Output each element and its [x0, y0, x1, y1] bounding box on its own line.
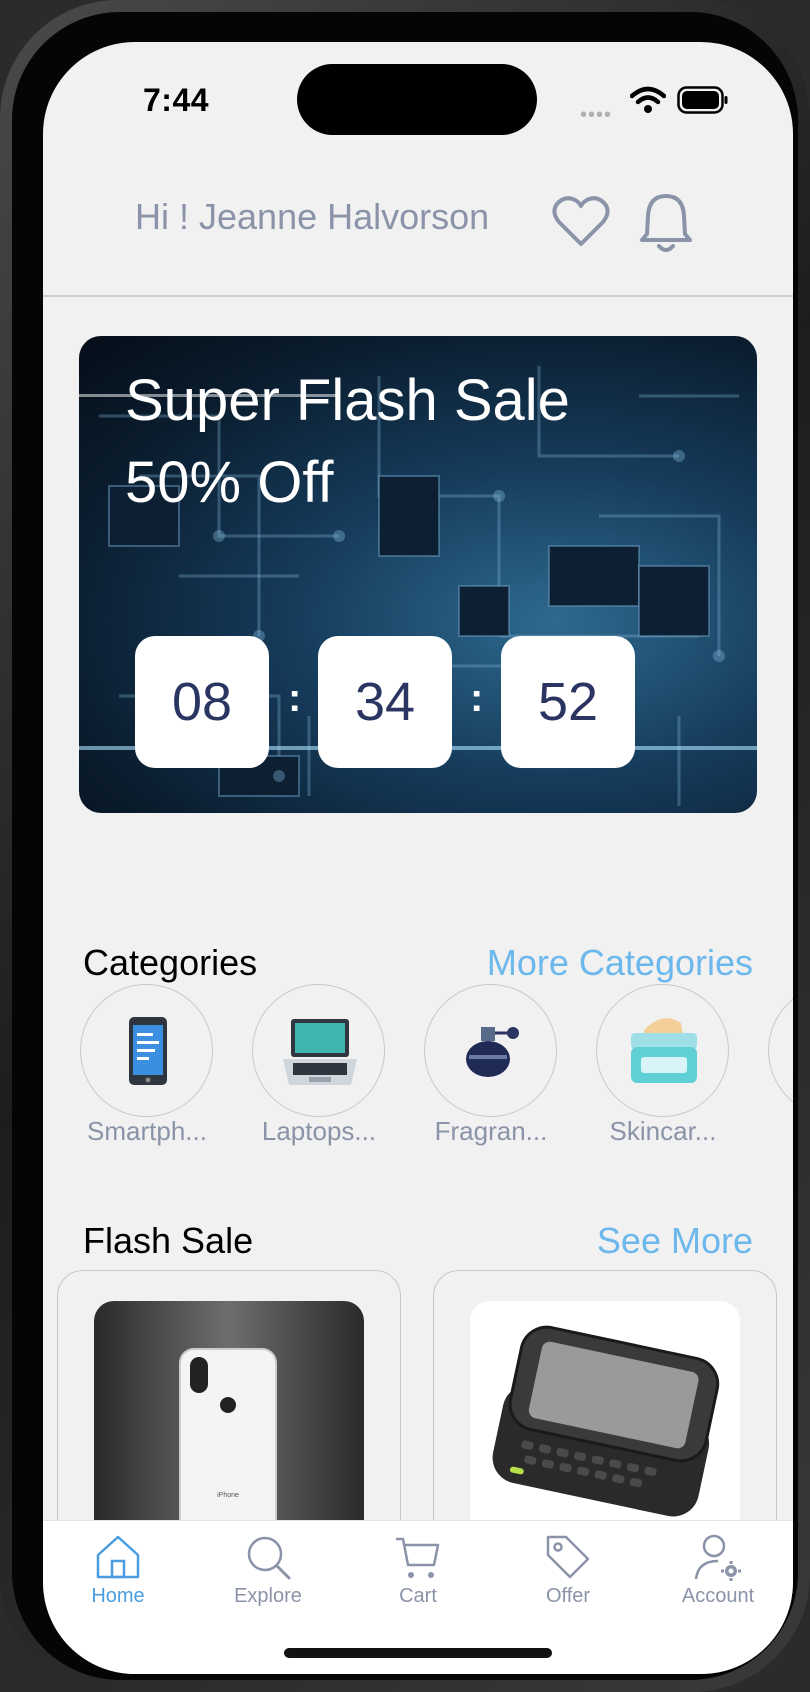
category-smartphones[interactable] — [80, 984, 213, 1117]
tag-icon — [546, 1535, 590, 1579]
laptop-icon — [283, 1019, 357, 1085]
more-categories-link[interactable]: More Categories — [487, 942, 753, 984]
categories-title: Categories — [83, 942, 258, 983]
tab-explore[interactable]: Explore — [193, 1521, 343, 1608]
countdown-hours: 08 — [135, 636, 269, 768]
dynamic-island — [297, 64, 537, 135]
tab-label: Account — [681, 1585, 755, 1607]
see-more-link[interactable]: See More — [597, 1220, 753, 1262]
tab-cart[interactable]: Cart — [343, 1521, 493, 1608]
countdown-separator: : — [470, 676, 484, 720]
home-indicator[interactable] — [284, 1648, 552, 1658]
category-fragrances[interactable] — [424, 984, 557, 1117]
phone-frame: 7:44 •••• Hi ! Jeanne Halvorson Super Fl… — [0, 0, 810, 1692]
tab-label: Offer — [545, 1585, 591, 1607]
countdown-separator: : — [288, 676, 302, 720]
tab-home[interactable]: Home — [43, 1521, 193, 1608]
skincare-jar-icon — [631, 1018, 697, 1083]
search-icon — [247, 1536, 291, 1580]
tab-account[interactable]: Account — [643, 1521, 793, 1608]
category-label: Laptops... — [261, 1116, 377, 1146]
category-label: Skincar... — [609, 1116, 717, 1146]
battery-icon — [677, 86, 728, 114]
smartphone-icon — [129, 1017, 167, 1085]
account-icon — [694, 1534, 741, 1581]
category-more-partial[interactable] — [768, 984, 793, 1117]
header-divider — [43, 295, 793, 297]
app-screen: 7:44 •••• Hi ! Jeanne Halvorson Super Fl… — [43, 42, 793, 1674]
banner-title-line2: 50% Off — [125, 450, 334, 515]
category-label: Fragran... — [434, 1116, 548, 1146]
signal-dots-icon: •••• — [580, 104, 613, 126]
greeting-text: Hi ! Jeanne Halvorson — [135, 196, 490, 237]
tab-label: Home — [91, 1585, 145, 1607]
perfume-icon — [466, 1027, 519, 1077]
countdown-minutes: 34 — [318, 636, 452, 768]
category-label: Smartph... — [87, 1116, 207, 1146]
bell-icon[interactable] — [637, 190, 695, 256]
tab-label: Explore — [234, 1585, 302, 1607]
slider-phone-image — [470, 1301, 740, 1541]
wifi-icon — [630, 86, 666, 113]
status-time: 7:44 — [143, 82, 210, 118]
home-icon — [96, 1535, 140, 1579]
banner-title-line1: Super Flash Sale — [125, 368, 570, 433]
white-iphone-image: iPhone — [94, 1301, 364, 1541]
svg-text:iPhone: iPhone — [217, 1492, 239, 1499]
banner-title: Super Flash Sale 50% Off — [125, 360, 570, 524]
tab-offer[interactable]: Offer — [493, 1521, 643, 1608]
countdown-seconds: 52 — [501, 636, 635, 768]
flash-sale-banner[interactable]: Super Flash Sale 50% Off 08 : 34 : 52 — [79, 336, 757, 813]
category-laptops[interactable] — [252, 984, 385, 1117]
category-skincare[interactable] — [596, 984, 729, 1117]
tab-label: Cart — [399, 1585, 437, 1607]
flash-sale-title: Flash Sale — [83, 1220, 254, 1261]
heart-icon[interactable] — [551, 194, 611, 250]
phone-bezel: 7:44 •••• Hi ! Jeanne Halvorson Super Fl… — [12, 12, 798, 1680]
cart-icon — [396, 1537, 440, 1578]
